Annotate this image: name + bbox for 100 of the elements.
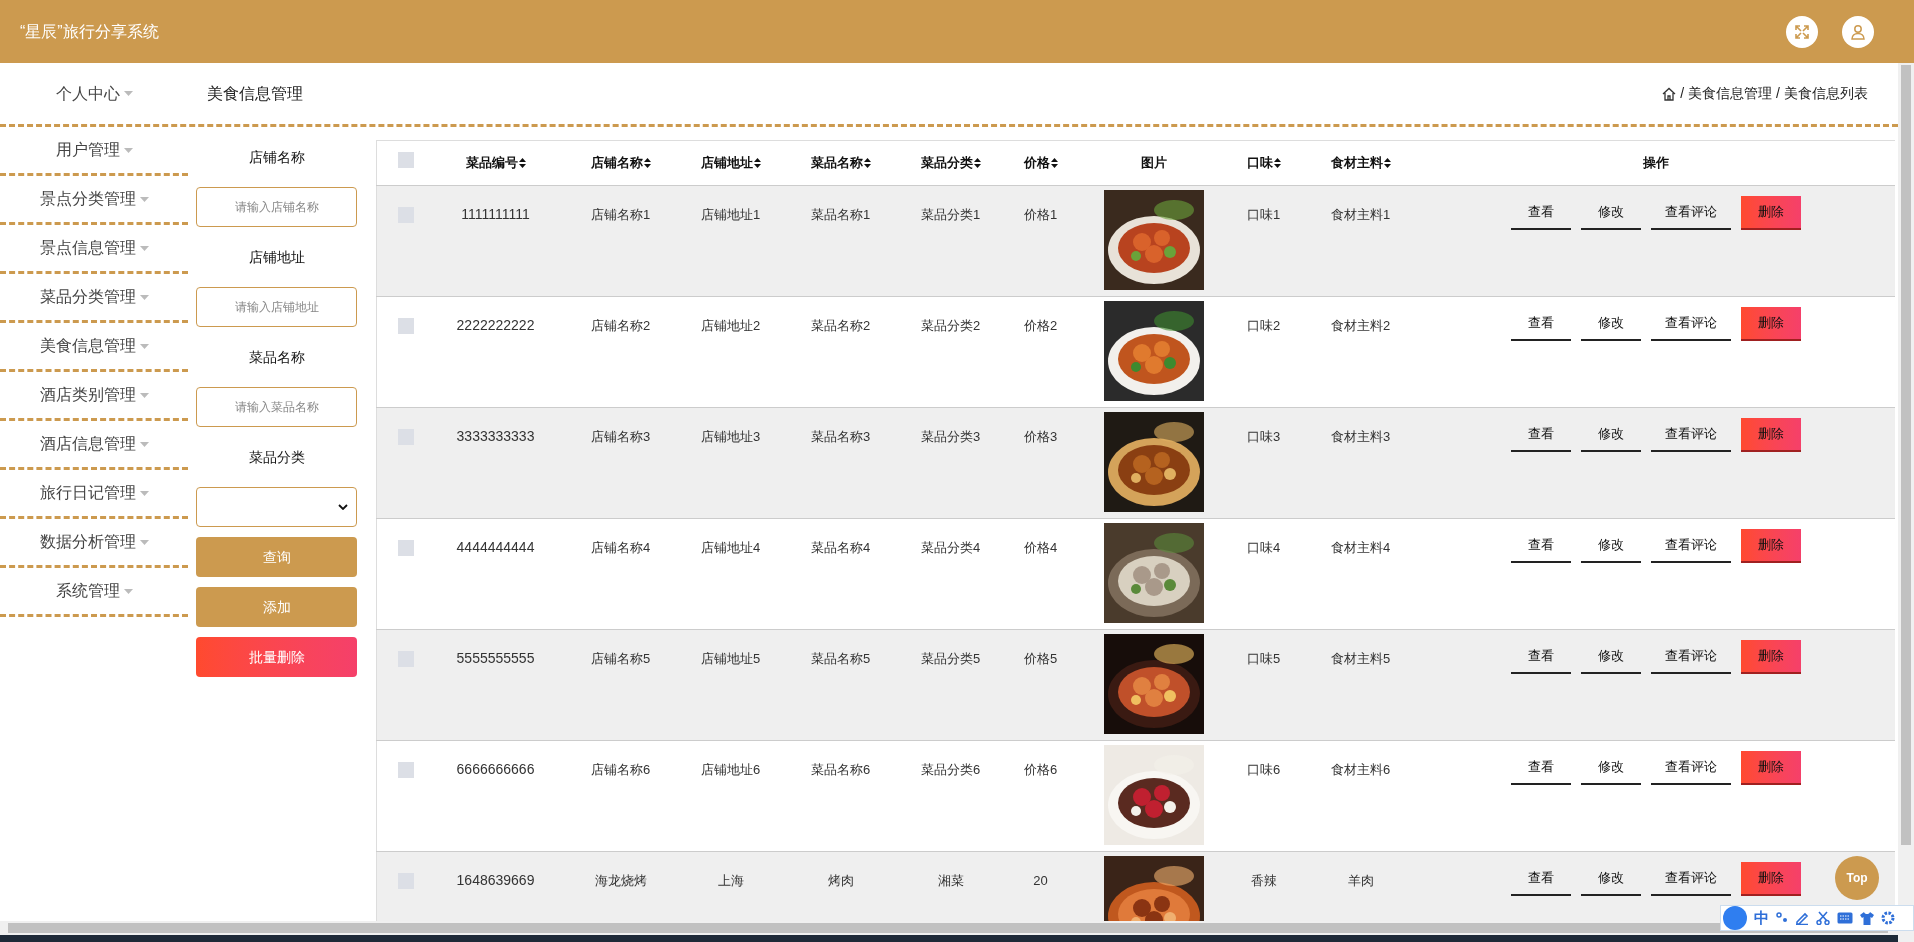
- search-field[interactable]: 请输入菜品名称: [196, 387, 357, 427]
- sidebar-item[interactable]: 景点分类管理: [0, 176, 188, 225]
- table-cell: 店铺地址4: [700, 540, 761, 555]
- pen-icon[interactable]: [1795, 911, 1809, 925]
- row-action-button[interactable]: 删除: [1740, 418, 1801, 452]
- row-action-button[interactable]: 查看评论: [1650, 196, 1731, 230]
- row-action-button[interactable]: 修改: [1580, 640, 1641, 674]
- sidebar-item[interactable]: 用户管理: [0, 127, 188, 176]
- chevron-icon[interactable]: [338, 504, 348, 510]
- row-action-button[interactable]: 修改: [1580, 862, 1641, 896]
- sidebar-item[interactable]: 景点信息管理: [0, 225, 188, 274]
- table-cell: 口味3: [1246, 429, 1281, 444]
- row-action-button[interactable]: 查看评论: [1650, 529, 1731, 563]
- sort-icon[interactable]: [518, 158, 526, 168]
- row-action-button[interactable]: 查看评论: [1650, 640, 1731, 674]
- column-header[interactable]: 菜品分类: [920, 153, 981, 173]
- row-action-button[interactable]: 删除: [1740, 307, 1801, 341]
- table-cell: 菜品名称2: [810, 318, 871, 333]
- caret-icon: [139, 294, 149, 300]
- column-header[interactable]: 食材主料: [1330, 153, 1391, 173]
- row-action-button[interactable]: 查看评论: [1650, 751, 1731, 785]
- table-cell: 湘菜: [937, 873, 964, 888]
- sidebar-item[interactable]: 酒店信息管理: [0, 421, 188, 470]
- scissors-icon[interactable]: [1816, 911, 1830, 925]
- row-action-button[interactable]: 删除: [1740, 196, 1801, 230]
- keyboard-icon[interactable]: [1837, 912, 1853, 924]
- column-header[interactable]: 菜品名称: [810, 153, 871, 173]
- sort-icon[interactable]: [1050, 158, 1058, 168]
- sort-icon[interactable]: [863, 158, 871, 168]
- caret-icon: [139, 343, 149, 349]
- column-header[interactable]: 口味: [1246, 153, 1281, 173]
- sidebar-item[interactable]: 酒店类别管理: [0, 372, 188, 421]
- app-title: “星辰”旅行分享系统: [20, 21, 159, 42]
- ime-logo-icon[interactable]: [1723, 906, 1747, 930]
- row-action-button[interactable]: 查看: [1510, 862, 1571, 896]
- caret-icon: [123, 147, 133, 153]
- row-checkbox[interactable]: [397, 540, 414, 556]
- sort-icon[interactable]: [1273, 158, 1281, 168]
- row-action-button[interactable]: 修改: [1580, 307, 1641, 341]
- row-action-button[interactable]: 查看: [1510, 307, 1571, 341]
- table-cell: 食材主料6: [1330, 762, 1391, 777]
- sort-icon[interactable]: [1383, 158, 1391, 168]
- page-title: 美食信息管理: [207, 83, 303, 104]
- fullscreen-icon[interactable]: [1786, 15, 1818, 48]
- home-icon[interactable]: [1662, 86, 1677, 101]
- row-checkbox[interactable]: [397, 152, 414, 168]
- table-cell: 口味1: [1246, 207, 1281, 222]
- table-cell: 价格5: [1023, 651, 1058, 666]
- search-field[interactable]: 请输入店铺地址: [196, 287, 357, 327]
- table-cell: 上海: [717, 873, 744, 888]
- field-label: 菜品分类: [247, 447, 306, 467]
- column-header[interactable]: 店铺地址: [700, 153, 761, 173]
- sidebar-item[interactable]: 美食信息管理: [0, 323, 188, 372]
- caret-icon: [139, 539, 149, 545]
- sidebar-item[interactable]: 个人中心: [55, 81, 133, 106]
- sidebar-item[interactable]: 系统管理: [0, 568, 188, 617]
- shirt-icon[interactable]: [1860, 911, 1874, 925]
- row-action-button[interactable]: 查看: [1510, 529, 1571, 563]
- caret-icon: [139, 196, 149, 202]
- row-action-button[interactable]: 删除: [1740, 529, 1801, 563]
- sidebar-item[interactable]: 菜品分类管理: [0, 274, 188, 323]
- punctuation-icon[interactable]: [1776, 912, 1788, 924]
- breadcrumb-link[interactable]: 美食信息管理: [1688, 83, 1773, 104]
- column-header[interactable]: 店铺名称: [590, 153, 651, 173]
- table-cell: 口味6: [1246, 762, 1281, 777]
- row-action-button[interactable]: 修改: [1580, 751, 1641, 785]
- breadcrumb-link[interactable]: 美食信息列表: [1784, 83, 1868, 104]
- ime-mode-toggle[interactable]: 中: [1754, 906, 1769, 930]
- row-action-button[interactable]: 查看: [1510, 640, 1571, 674]
- sidebar-item[interactable]: 数据分析管理: [0, 519, 188, 568]
- column-header[interactable]: 价格: [1023, 153, 1058, 173]
- table-cell: 口味2: [1246, 318, 1281, 333]
- settings-icon[interactable]: [1881, 911, 1895, 925]
- sort-icon[interactable]: [973, 158, 981, 168]
- row-action-button[interactable]: 删除: [1740, 862, 1801, 896]
- column-header[interactable]: 菜品编号: [465, 153, 526, 173]
- search-field[interactable]: 请输入店铺名称: [196, 187, 357, 227]
- row-action-button[interactable]: 修改: [1580, 529, 1641, 563]
- table-cell: 菜品分类2: [920, 318, 981, 333]
- user-icon[interactable]: [1842, 15, 1874, 48]
- row-action-button[interactable]: 查看评论: [1650, 418, 1731, 452]
- caret-icon: [139, 392, 149, 398]
- row-action-button[interactable]: 删除: [1740, 640, 1801, 674]
- sidebar-item[interactable]: 旅行日记管理: [0, 470, 188, 519]
- table-cell: 香辣: [1250, 873, 1277, 888]
- table-cell: 菜品分类1: [920, 207, 981, 222]
- row-checkbox[interactable]: [397, 762, 414, 778]
- row-action-button[interactable]: 修改: [1580, 196, 1641, 230]
- caret-icon: [139, 245, 149, 251]
- sort-icon[interactable]: [753, 158, 761, 168]
- row-action-button[interactable]: 删除: [1740, 751, 1801, 785]
- row-action-button[interactable]: 查看: [1510, 751, 1571, 785]
- row-action-button[interactable]: 查看评论: [1650, 862, 1731, 896]
- row-action-button[interactable]: 查看评论: [1650, 307, 1731, 341]
- row-action-button[interactable]: 查看: [1510, 196, 1571, 230]
- table-cell: 菜品名称3: [810, 429, 871, 444]
- row-checkbox[interactable]: [397, 318, 414, 334]
- sort-icon[interactable]: [643, 158, 651, 168]
- row-action-button[interactable]: 修改: [1580, 418, 1641, 452]
- row-action-button[interactable]: 查看: [1510, 418, 1571, 452]
